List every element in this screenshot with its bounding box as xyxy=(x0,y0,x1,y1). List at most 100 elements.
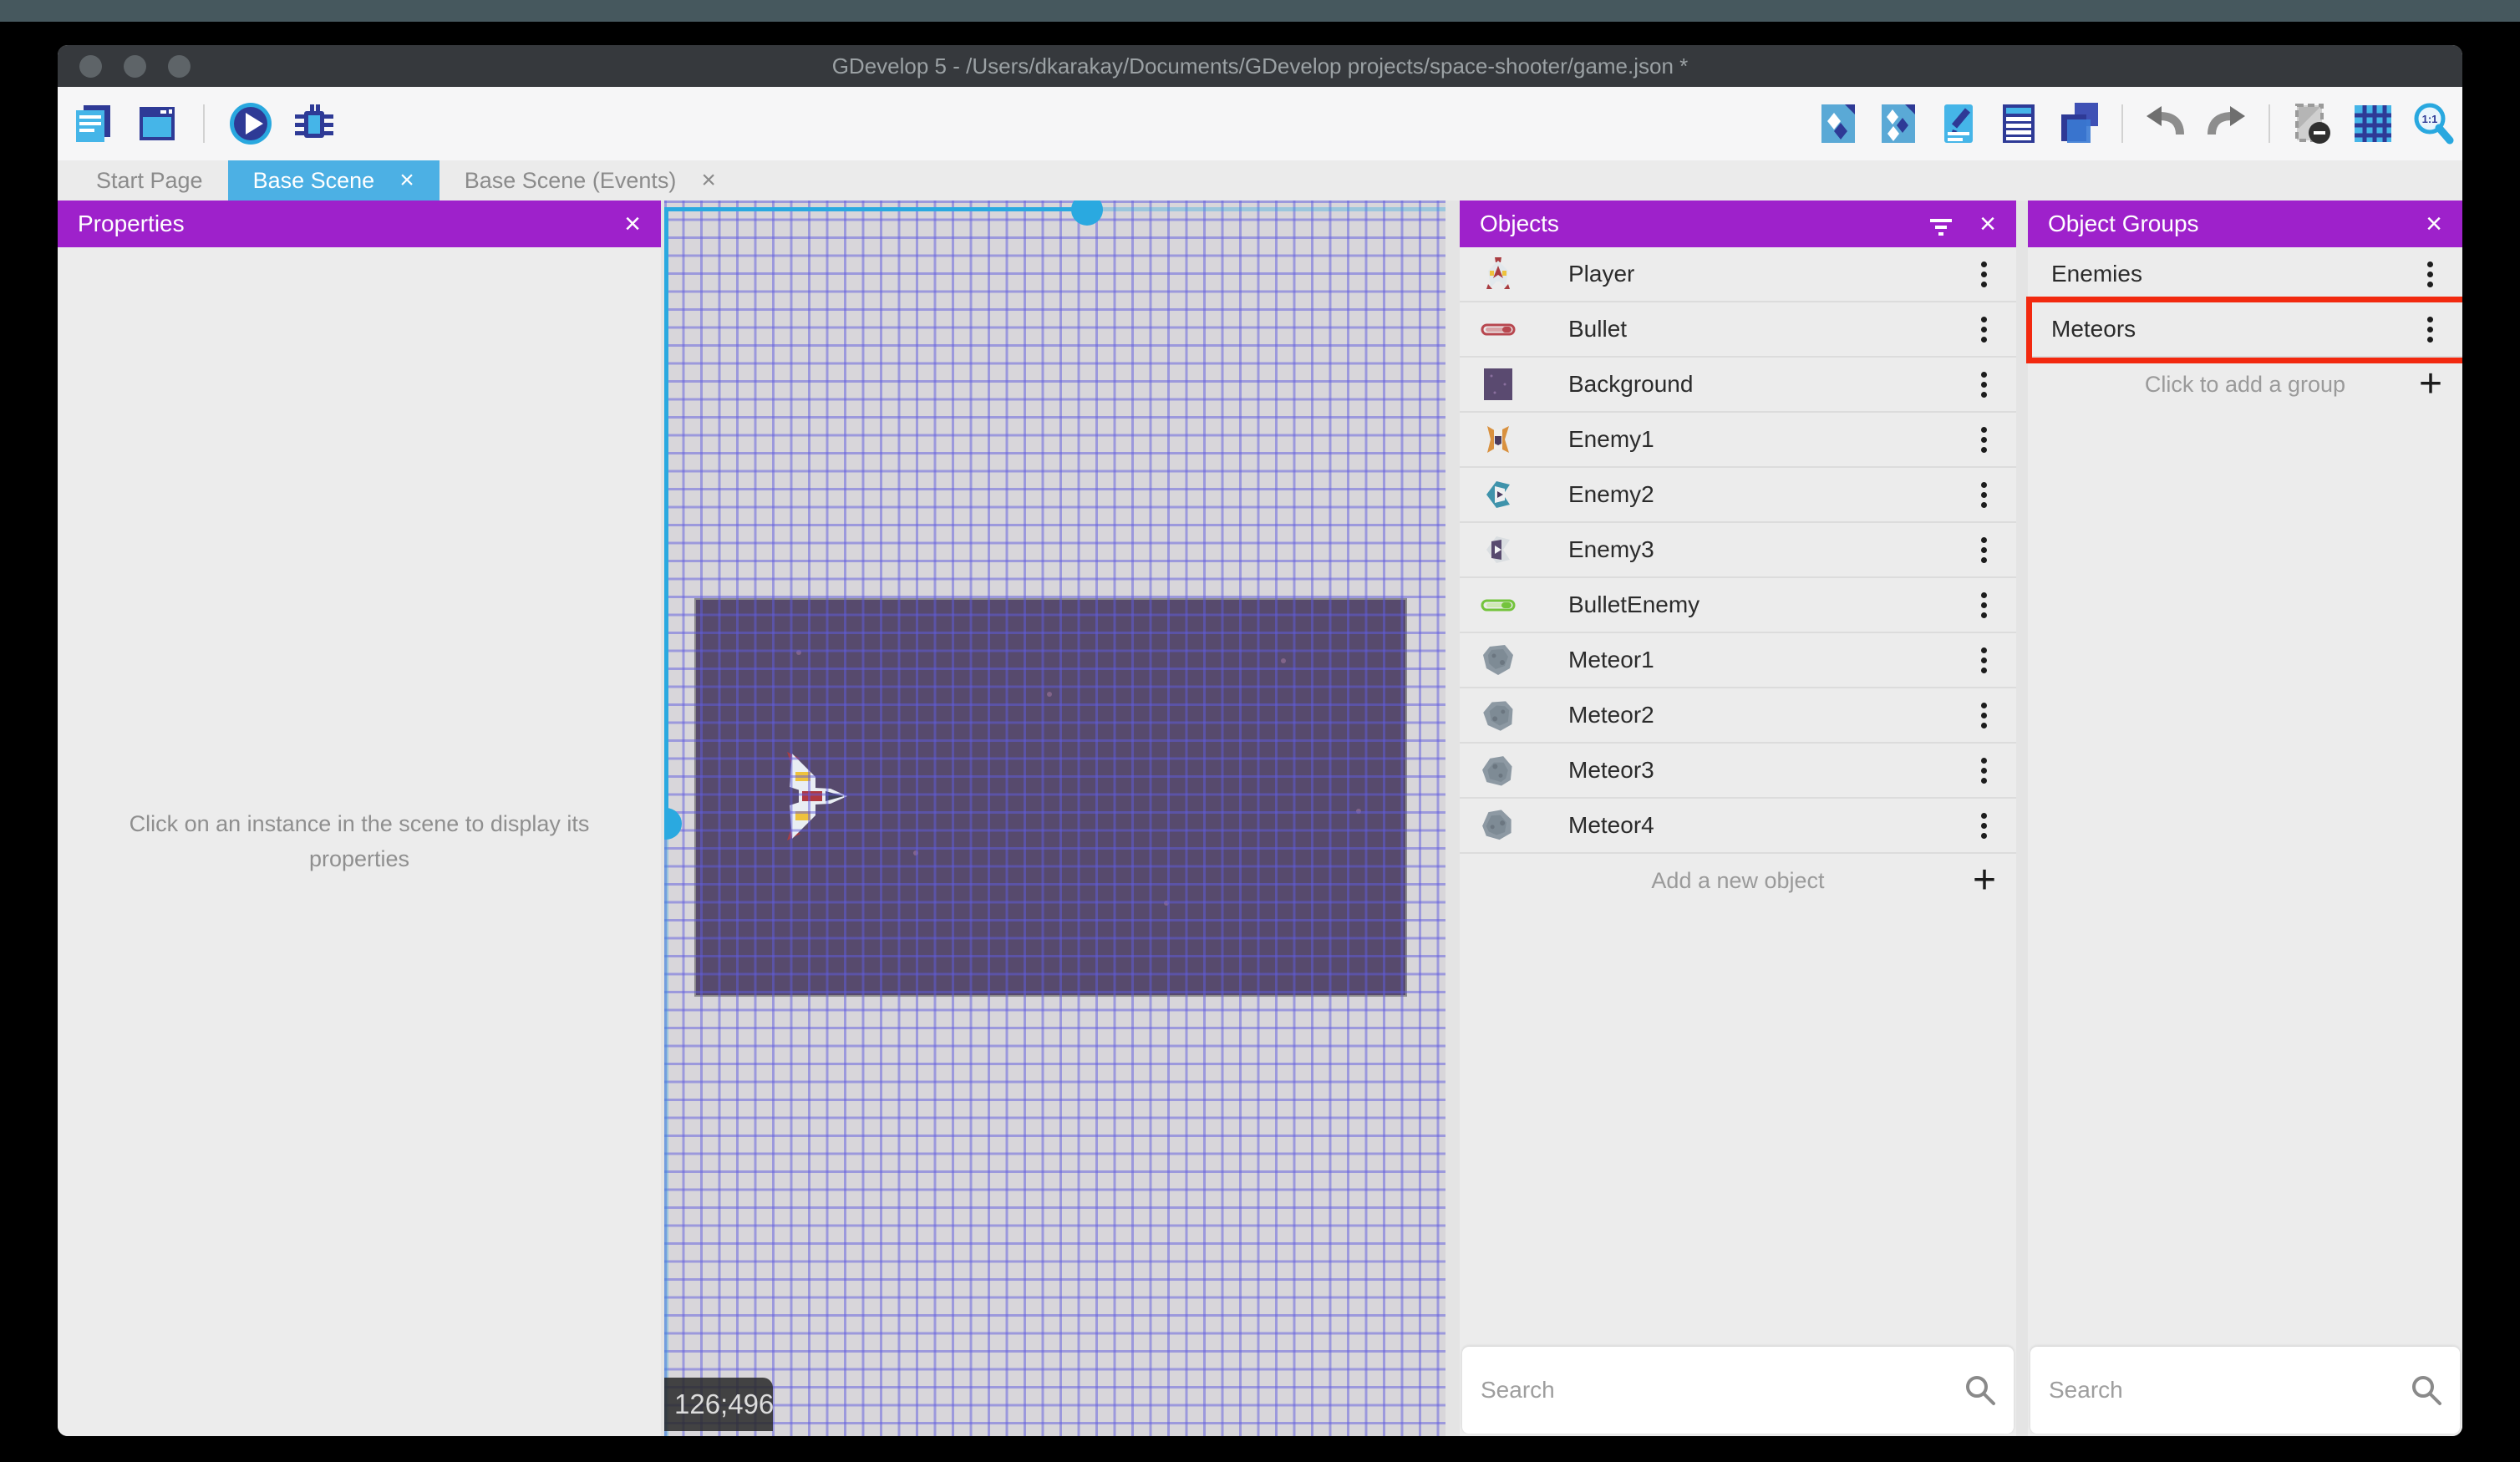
svg-text:1:1: 1:1 xyxy=(2422,113,2438,125)
tab-start-page[interactable]: Start Page xyxy=(71,160,228,201)
object-label: Background xyxy=(1568,371,1694,397)
object-row-meteor4[interactable]: Meteor4 xyxy=(1460,799,2016,854)
plus-icon[interactable]: + xyxy=(1973,860,1996,901)
objects-editor-icon[interactable] xyxy=(1814,99,1862,148)
bullet-red-icon xyxy=(1480,311,1517,348)
object-menu-icon[interactable] xyxy=(1971,698,1996,732)
meteor-a-icon xyxy=(1480,642,1517,678)
instances-list-icon[interactable] xyxy=(1994,99,2043,148)
object-row-enemy3[interactable]: Enemy3 xyxy=(1460,523,2016,578)
object-row-enemy2[interactable]: Enemy2 xyxy=(1460,468,2016,523)
add-object-label: Add a new object xyxy=(1651,867,1825,893)
object-label: Meteor4 xyxy=(1568,812,1654,838)
minimize-window-button[interactable] xyxy=(124,55,146,78)
gdevelop-window: GDevelop 5 - /Users/dkarakay/Documents/G… xyxy=(58,45,2462,1436)
zoom-reset-icon[interactable]: 1:1 xyxy=(2409,99,2457,148)
tab-base-scene[interactable]: Base Scene × xyxy=(227,160,439,201)
object-menu-icon[interactable] xyxy=(1971,368,1996,401)
group-menu-icon[interactable] xyxy=(2417,312,2442,346)
add-group-row[interactable]: Click to add a group + xyxy=(2028,358,2462,411)
start-page-icon[interactable] xyxy=(133,99,181,148)
toolbar-divider xyxy=(2121,104,2123,143)
object-groups-editor-icon[interactable] xyxy=(1874,99,1923,148)
group-row-enemies[interactable]: Enemies xyxy=(2028,247,2462,302)
scene-editor-canvas[interactable]: 126;496 xyxy=(664,201,1445,1436)
properties-empty-message: Click on an instance in the scene to dis… xyxy=(129,810,590,871)
toolbar-divider xyxy=(203,104,205,143)
close-window-button[interactable] xyxy=(79,55,102,78)
debug-icon[interactable] xyxy=(290,99,338,148)
object-label: Enemy3 xyxy=(1568,536,1654,562)
object-row-meteor2[interactable]: Meteor2 xyxy=(1460,688,2016,744)
object-menu-icon[interactable] xyxy=(1971,588,1996,622)
properties-empty-state: Click on an instance in the scene to dis… xyxy=(58,247,661,1436)
plus-icon[interactable]: + xyxy=(2419,364,2442,404)
desktop-background xyxy=(0,0,2520,22)
objects-panel: Objects × Player Bullet Background Enemy… xyxy=(1460,201,2016,1436)
toolbar-right-group: 1:1 xyxy=(1814,99,2457,148)
object-menu-icon[interactable] xyxy=(1971,754,1996,787)
zoom-window-button[interactable] xyxy=(168,55,191,78)
group-label: Meteors xyxy=(2051,316,2136,342)
objects-search-input[interactable] xyxy=(1462,1347,2014,1434)
object-label: Enemy1 xyxy=(1568,426,1654,452)
close-icon[interactable]: × xyxy=(1979,210,1996,238)
object-groups-panel-title: Object Groups xyxy=(2048,211,2199,236)
object-label: Enemy2 xyxy=(1568,481,1654,507)
object-menu-icon[interactable] xyxy=(1971,257,1996,291)
layers-panel-icon[interactable] xyxy=(2055,99,2103,148)
object-label: Meteor1 xyxy=(1568,647,1654,673)
close-tab-icon[interactable]: × xyxy=(701,168,716,193)
objects-search xyxy=(1462,1347,2014,1434)
filter-icon[interactable] xyxy=(1926,209,1956,239)
object-menu-icon[interactable] xyxy=(1971,312,1996,346)
titlebar: GDevelop 5 - /Users/dkarakay/Documents/G… xyxy=(58,45,2462,87)
object-row-enemy1[interactable]: Enemy1 xyxy=(1460,413,2016,468)
grid-icon[interactable] xyxy=(2349,99,2397,148)
play-preview-icon[interactable] xyxy=(226,99,275,148)
undo-icon[interactable] xyxy=(2141,99,2190,148)
redo-icon[interactable] xyxy=(2202,99,2250,148)
object-label: Meteor2 xyxy=(1568,702,1654,728)
properties-panel-icon[interactable] xyxy=(1934,99,1983,148)
add-group-label: Click to add a group xyxy=(2144,371,2346,397)
selection-border-top-continued xyxy=(1086,207,1445,211)
object-row-bullet[interactable]: Bullet xyxy=(1460,302,2016,358)
group-menu-icon[interactable] xyxy=(2417,257,2442,291)
enemy-teal-icon xyxy=(1480,476,1517,513)
object-menu-icon[interactable] xyxy=(1971,478,1996,511)
tab-base-scene-events[interactable]: Base Scene (Events) × xyxy=(439,160,741,201)
object-row-background[interactable]: Background xyxy=(1460,358,2016,413)
selection-border-top xyxy=(664,207,1086,211)
object-menu-icon[interactable] xyxy=(1971,423,1996,456)
object-row-player[interactable]: Player xyxy=(1460,247,2016,302)
toolbar-divider xyxy=(2269,104,2270,143)
player-ship-icon xyxy=(1480,256,1517,292)
properties-panel: Properties × Click on an instance in the… xyxy=(58,201,661,1436)
objects-panel-title: Objects xyxy=(1480,211,1559,236)
object-menu-icon[interactable] xyxy=(1971,643,1996,677)
bullet-green-icon xyxy=(1480,586,1517,623)
add-object-row[interactable]: Add a new object + xyxy=(1460,854,2016,907)
group-row-meteors[interactable]: Meteors xyxy=(2026,297,2462,363)
object-groups-list: Enemies Meteors xyxy=(2026,247,2462,363)
close-icon[interactable]: × xyxy=(2426,210,2442,238)
close-tab-icon[interactable]: × xyxy=(399,168,414,193)
object-label: BulletEnemy xyxy=(1568,591,1700,617)
window-mask-icon[interactable] xyxy=(2289,99,2337,148)
group-label: Enemies xyxy=(2051,261,2142,287)
close-icon[interactable]: × xyxy=(624,210,641,238)
object-row-bulletenemy[interactable]: BulletEnemy xyxy=(1460,578,2016,633)
meteor-c-icon xyxy=(1480,752,1517,789)
main-toolbar: 1:1 xyxy=(58,87,2462,161)
selection-resize-handle-left[interactable] xyxy=(664,808,682,840)
player-ship-instance[interactable] xyxy=(784,752,847,840)
object-menu-icon[interactable] xyxy=(1971,533,1996,566)
object-row-meteor1[interactable]: Meteor1 xyxy=(1460,633,2016,688)
object-row-meteor3[interactable]: Meteor3 xyxy=(1460,744,2016,799)
object-menu-icon[interactable] xyxy=(1971,809,1996,842)
properties-panel-header: Properties × xyxy=(58,201,661,247)
groups-search-input[interactable] xyxy=(2030,1347,2460,1434)
selection-resize-handle-top[interactable] xyxy=(1071,201,1103,226)
project-manager-icon[interactable] xyxy=(69,99,118,148)
